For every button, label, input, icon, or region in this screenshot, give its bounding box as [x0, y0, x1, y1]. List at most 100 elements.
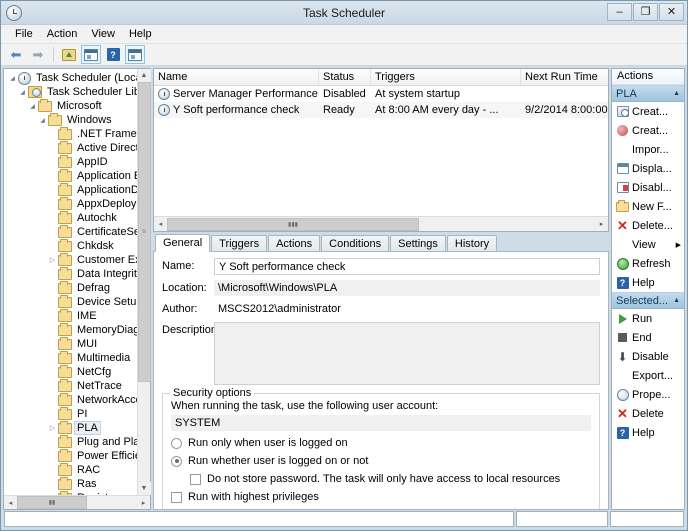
- tree-item-pla[interactable]: PLA: [4, 421, 137, 435]
- back-button[interactable]: ⬅: [6, 45, 26, 64]
- triangle-up-icon[interactable]: ▲: [673, 297, 680, 304]
- checkbox-run-highest-privileges[interactable]: [171, 492, 182, 503]
- action-item-new-f[interactable]: New F...: [612, 197, 684, 216]
- tree-horizontal-scrollbar[interactable]: ◂ ▮▮ ▸: [4, 495, 150, 509]
- action-item-creat[interactable]: Creat...: [612, 121, 684, 140]
- menu-help[interactable]: Help: [122, 26, 159, 42]
- column-header-status[interactable]: Status: [319, 69, 371, 85]
- column-header-next-run-time[interactable]: Next Run Time: [521, 69, 608, 85]
- action-item-export[interactable]: Export...: [612, 366, 684, 385]
- tree-item-plug-and-play[interactable]: Plug and Play: [4, 435, 137, 449]
- tree-item-windows[interactable]: Windows: [4, 113, 137, 127]
- action-item-delete[interactable]: ✕Delete...: [612, 216, 684, 235]
- tree-item-registry[interactable]: Registry: [4, 491, 137, 495]
- tree-expander-icon[interactable]: [7, 75, 18, 82]
- tree-vertical-scrollbar[interactable]: ▲ ≡ ▼: [137, 69, 150, 495]
- do-not-store-password-option[interactable]: Do not store password. The task will onl…: [190, 471, 591, 487]
- tree-expander-icon[interactable]: [47, 256, 58, 264]
- tree-vscroll-track[interactable]: ≡: [138, 82, 151, 482]
- minimize-button[interactable]: –: [607, 3, 632, 21]
- column-header-triggers[interactable]: Triggers: [371, 69, 521, 85]
- tree-expander-icon[interactable]: [27, 103, 38, 110]
- tree-item-netcfg[interactable]: NetCfg: [4, 365, 137, 379]
- tree-item-task-scheduler-local[interactable]: Task Scheduler (Local): [4, 71, 137, 85]
- action-item-view[interactable]: View▶: [612, 235, 684, 254]
- table-row[interactable]: Server Manager Performance MonitorDisabl…: [154, 86, 608, 102]
- action-item-help[interactable]: ?Help: [612, 273, 684, 292]
- tab-general[interactable]: General: [155, 234, 210, 252]
- radio-run-only-logged-on[interactable]: [171, 438, 182, 449]
- tab-conditions[interactable]: Conditions: [321, 235, 389, 252]
- console-tree[interactable]: Task Scheduler (Local)Task Scheduler Lib…: [4, 69, 137, 495]
- run-only-logged-on-option[interactable]: Run only when user is logged on: [171, 435, 591, 451]
- tree-item-applicationdata[interactable]: ApplicationData: [4, 183, 137, 197]
- tree-item-net-framewor[interactable]: .NET Framewor: [4, 127, 137, 141]
- run-whether-logged-on-option[interactable]: Run whether user is logged on or not: [171, 453, 591, 469]
- action-item-run[interactable]: Run: [612, 309, 684, 328]
- tree-item-rac[interactable]: RAC: [4, 463, 137, 477]
- tree-item-certificateservi[interactable]: CertificateServi: [4, 225, 137, 239]
- up-folder-button[interactable]: [59, 45, 79, 64]
- tree-item-nettrace[interactable]: NetTrace: [4, 379, 137, 393]
- action-item-prope[interactable]: Prope...: [612, 385, 684, 404]
- tree-item-appxdeployme[interactable]: AppxDeployme: [4, 197, 137, 211]
- checkbox-do-not-store-password[interactable]: [190, 474, 201, 485]
- forward-button[interactable]: ➡: [28, 45, 48, 64]
- menu-view[interactable]: View: [84, 26, 122, 42]
- task-list-header[interactable]: NameStatusTriggersNext Run TimeLast Run …: [154, 69, 608, 86]
- tree-hscroll-thumb[interactable]: ▮▮: [17, 496, 87, 509]
- tree-vscroll-thumb[interactable]: ≡: [138, 82, 151, 382]
- tree-item-microsoft[interactable]: Microsoft: [4, 99, 137, 113]
- close-button[interactable]: ✕: [659, 3, 684, 21]
- name-field[interactable]: Y Soft performance check: [214, 258, 600, 275]
- table-row[interactable]: Y Soft performance checkReadyAt 8:00 AM …: [154, 102, 608, 118]
- maximize-button[interactable]: ❐: [633, 3, 658, 21]
- list-hscroll-track[interactable]: ▮▮▮: [167, 218, 595, 231]
- tree-hscroll-track[interactable]: ▮▮: [17, 496, 137, 509]
- action-item-disable[interactable]: ⬇Disable: [612, 347, 684, 366]
- tree-item-chkdsk[interactable]: Chkdsk: [4, 239, 137, 253]
- list-hscroll-thumb[interactable]: ▮▮▮: [167, 218, 419, 231]
- action-item-impor[interactable]: Impor...: [612, 140, 684, 159]
- tree-item-customer-exper[interactable]: Customer Exper: [4, 253, 137, 267]
- scroll-up-icon[interactable]: ▲: [138, 69, 151, 82]
- tree-expander-icon[interactable]: [47, 424, 58, 432]
- tree-item-appid[interactable]: AppID: [4, 155, 137, 169]
- scroll-left-icon[interactable]: ◂: [154, 218, 167, 231]
- task-list-horizontal-scrollbar[interactable]: ◂ ▮▮▮ ▸: [154, 216, 608, 231]
- tree-item-data-integrity-s[interactable]: Data Integrity S: [4, 267, 137, 281]
- tree-item-defrag[interactable]: Defrag: [4, 281, 137, 295]
- tree-item-ras[interactable]: Ras: [4, 477, 137, 491]
- run-highest-privileges-option[interactable]: Run with highest privileges: [171, 489, 591, 505]
- properties-button[interactable]: [125, 45, 145, 64]
- action-item-displa[interactable]: Displa...: [612, 159, 684, 178]
- triangle-up-icon[interactable]: ▲: [673, 90, 680, 97]
- tree-expander-icon[interactable]: [17, 89, 28, 96]
- tree-item-mui[interactable]: MUI: [4, 337, 137, 351]
- actions-section-header[interactable]: Selected...▲: [612, 292, 684, 309]
- menu-action[interactable]: Action: [40, 26, 85, 42]
- action-item-refresh[interactable]: Refresh: [612, 254, 684, 273]
- tab-settings[interactable]: Settings: [390, 235, 446, 252]
- menu-file[interactable]: File: [8, 26, 40, 42]
- tree-item-task-scheduler-library[interactable]: Task Scheduler Library: [4, 85, 137, 99]
- action-item-creat[interactable]: Creat...: [612, 102, 684, 121]
- tree-item-device-setup[interactable]: Device Setup: [4, 295, 137, 309]
- tree-expander-icon[interactable]: [37, 117, 48, 124]
- tree-item-multimedia[interactable]: Multimedia: [4, 351, 137, 365]
- detail-tabstrip[interactable]: GeneralTriggersActionsConditionsSettings…: [153, 234, 609, 252]
- tree-item-pi[interactable]: PI: [4, 407, 137, 421]
- description-field[interactable]: [214, 322, 600, 385]
- tab-history[interactable]: History: [447, 235, 497, 252]
- tree-item-autochk[interactable]: Autochk: [4, 211, 137, 225]
- action-item-delete[interactable]: ✕Delete: [612, 404, 684, 423]
- action-item-disabl[interactable]: Disabl...: [612, 178, 684, 197]
- tree-item-memorydiagno[interactable]: MemoryDiagno: [4, 323, 137, 337]
- task-list-rows[interactable]: Server Manager Performance MonitorDisabl…: [154, 86, 608, 216]
- actions-section-header[interactable]: PLA▲: [612, 85, 684, 102]
- scroll-down-icon[interactable]: ▼: [138, 482, 151, 495]
- column-header-name[interactable]: Name: [154, 69, 319, 85]
- radio-run-whether-logged-on[interactable]: [171, 456, 182, 467]
- scroll-right-icon[interactable]: ▸: [137, 496, 150, 509]
- action-item-end[interactable]: End: [612, 328, 684, 347]
